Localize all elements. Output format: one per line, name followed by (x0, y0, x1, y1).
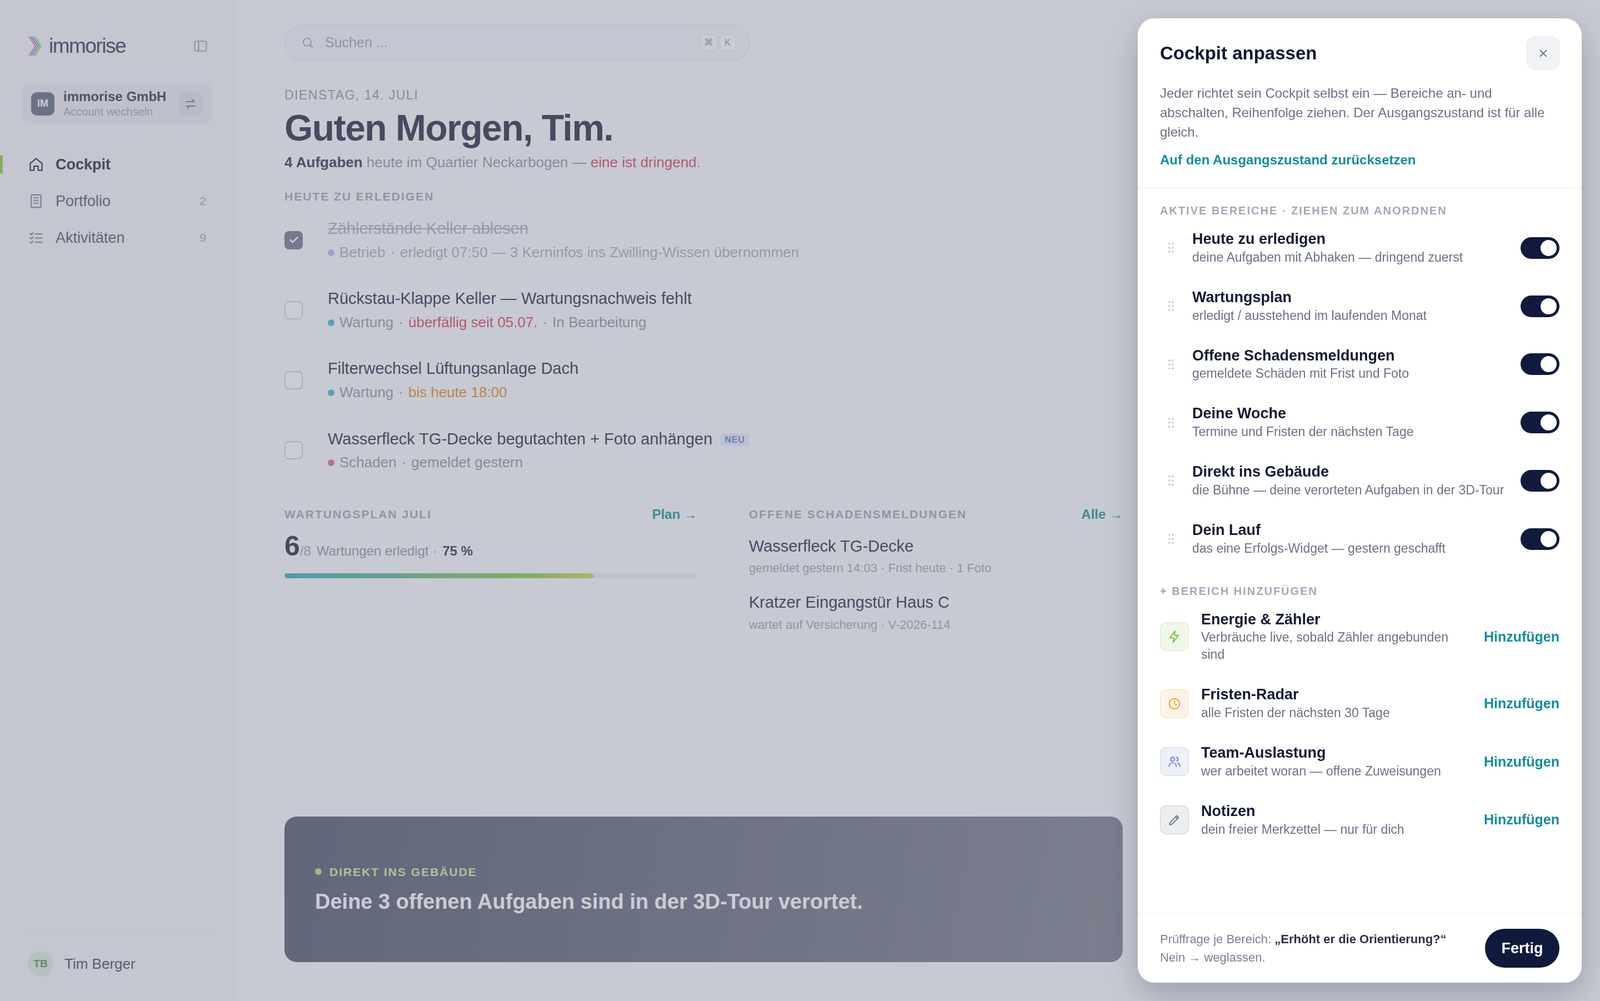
active-area-row[interactable]: Dein Laufdas eine Erfolgs-Widget — geste… (1160, 510, 1560, 569)
add-button[interactable]: Hinzufügen (1478, 809, 1560, 831)
reset-link[interactable]: Auf den Ausgangszustand zurücksetzen (1160, 150, 1417, 170)
add-button[interactable]: Hinzufügen (1478, 626, 1560, 648)
clock-tile (1160, 689, 1189, 719)
drag-handle-icon[interactable] (1160, 416, 1183, 429)
drag-handle-icon[interactable] (1160, 474, 1183, 487)
footer-note: Prüffrage je Bereich: „Erhöht er die Ori… (1160, 930, 1447, 967)
available-area-row: Energie & ZählerVerbräuche live, sobald … (1160, 599, 1560, 675)
active-area-row[interactable]: Heute zu erledigendeine Aufgaben mit Abh… (1160, 218, 1560, 278)
drag-handle-icon[interactable] (1160, 532, 1183, 545)
active-area-row[interactable]: Offene Schadensmeldungengemeldete Schäde… (1160, 335, 1560, 394)
section-title: AKTIVE BEREICHE · ZIEHEN ZUM ANORDNEN (1160, 202, 1560, 219)
add-button[interactable]: Hinzufügen (1478, 751, 1560, 773)
done-button[interactable]: Fertig (1485, 928, 1560, 968)
drag-handle-icon[interactable] (1160, 241, 1183, 254)
pencil-icon (1167, 812, 1182, 828)
available-area-row: Team-Auslastungwer arbeitet woran — offe… (1160, 732, 1560, 792)
active-area-row[interactable]: Direkt ins Gebäudedie Bühne — deine vero… (1160, 451, 1560, 510)
available-area-row: Notizendein freier Merkzettel — nur für … (1160, 791, 1560, 850)
active-area-row[interactable]: Deine WocheTermine und Fristen der nächs… (1160, 393, 1560, 452)
drag-handle-icon[interactable] (1160, 358, 1183, 371)
drawer-description: Jeder richtet sein Cockpit selbst ein — … (1160, 83, 1560, 142)
close-button[interactable] (1526, 36, 1560, 70)
active-area-row[interactable]: Wartungsplanerledigt / ausstehend im lau… (1160, 277, 1560, 336)
clock-icon (1167, 696, 1182, 712)
drawer-body: AKTIVE BEREICHE · ZIEHEN ZUM ANORDNENHeu… (1137, 187, 1582, 914)
available-area-row: Fristen-Radaralle Fristen der nächsten 3… (1160, 674, 1560, 733)
add-button[interactable]: Hinzufügen (1478, 693, 1560, 715)
team-tile (1160, 747, 1189, 777)
toggle-switch[interactable] (1520, 411, 1560, 434)
section-title: + BEREICH HINZUFÜGEN (1160, 582, 1560, 600)
toggle-switch[interactable] (1520, 295, 1560, 318)
customize-drawer: Cockpit anpassen Jeder richtet sein Cockp… (1137, 18, 1582, 983)
bolt-tile (1160, 622, 1189, 652)
bolt-icon (1167, 629, 1182, 644)
drawer-title: Cockpit anpassen (1160, 42, 1317, 65)
close-icon (1536, 46, 1550, 60)
toggle-switch[interactable] (1520, 353, 1560, 375)
toggle-switch[interactable] (1520, 237, 1560, 259)
pencil-tile (1160, 805, 1189, 835)
toggle-switch[interactable] (1520, 528, 1560, 550)
team-icon (1167, 754, 1182, 769)
toggle-switch[interactable] (1520, 470, 1560, 492)
drag-handle-icon[interactable] (1160, 300, 1183, 313)
